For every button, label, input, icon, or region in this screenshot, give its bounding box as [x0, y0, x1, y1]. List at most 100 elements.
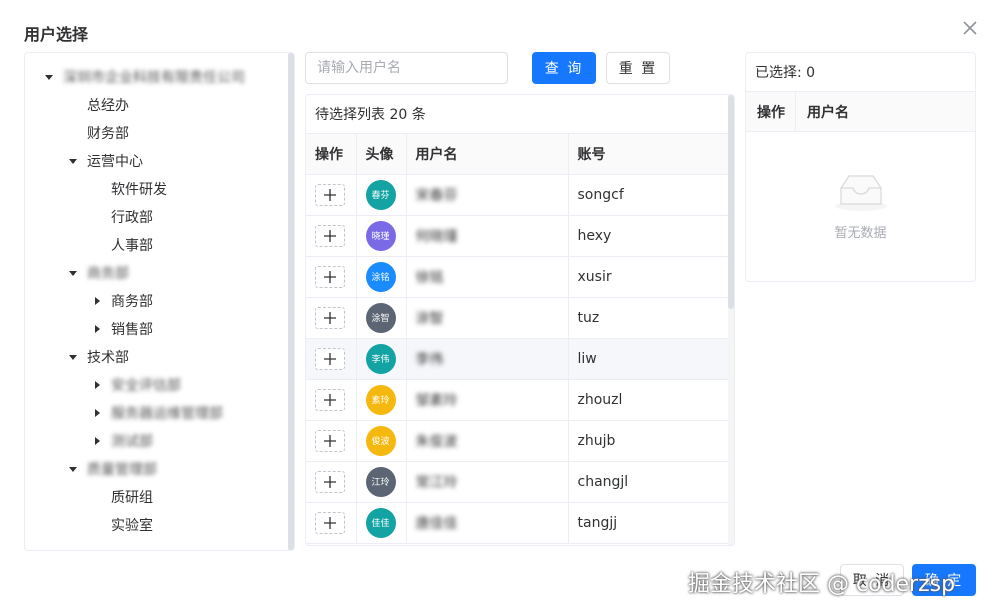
table-row[interactable]: 涂铭 徐铭 xusir: [306, 256, 730, 298]
tree-node-label: 财务部: [87, 126, 129, 142]
account-cell: zhujb: [568, 420, 730, 462]
add-user-button[interactable]: [315, 265, 345, 288]
tree-node[interactable]: 商务部: [25, 287, 287, 315]
tree-node[interactable]: 测试部: [25, 427, 287, 455]
table-row[interactable]: 俊波 朱俊波 zhujb: [306, 420, 730, 462]
avatar-cell: 江玲: [356, 461, 407, 503]
add-user-button[interactable]: [315, 470, 345, 493]
account-cell: changjl: [568, 461, 730, 503]
username-cell: 何晓瑾: [406, 215, 569, 257]
list-scrollbar-thumb[interactable]: [728, 95, 734, 309]
account-cell: hexy: [568, 215, 730, 257]
avatar-cell: 俊波: [356, 420, 407, 462]
plus-icon: [324, 229, 336, 242]
username-cell: 李伟: [406, 338, 569, 380]
candidate-table: 操作 头像 用户名 账号 春芬 宋春芬 songcf 晓瑾 何晓瑾 hexy 涂铭 徐铭 xus…: [306, 134, 730, 544]
add-user-button[interactable]: [315, 388, 345, 411]
username-search-input[interactable]: [305, 52, 508, 84]
tree-node-label: 运营中心: [87, 154, 143, 170]
action-cell: [306, 461, 357, 503]
account-cell: tangjj: [568, 502, 730, 544]
action-cell: [306, 174, 357, 216]
candidate-list-panel: 待选择列表 20 条 操作 头像 用户名 账号 春芬 宋春芬 songcf 晓瑾 何晓瑾…: [305, 94, 735, 546]
tree-node-label: 人事部: [111, 238, 153, 254]
plus-icon: [324, 516, 336, 529]
tree-node-label: 实验室: [111, 518, 153, 534]
username-cell: 常江玲: [406, 461, 569, 503]
username-text: 朱俊波: [415, 433, 458, 450]
caret-right-icon[interactable]: [91, 379, 103, 391]
tree-node[interactable]: 人事部: [25, 231, 287, 259]
avatar: 晓瑾: [365, 220, 396, 251]
caret-down-icon[interactable]: [67, 463, 79, 475]
avatar-cell: 佳佳: [356, 502, 407, 544]
username-cell: 唐佳佳: [406, 502, 569, 544]
caret-down-icon[interactable]: [67, 351, 79, 363]
action-cell: [306, 256, 357, 298]
tree-node[interactable]: 深圳市企业科技有限责任公司: [25, 63, 287, 91]
selected-count: 已选择: 0: [746, 53, 975, 92]
table-row[interactable]: 佳佳 唐佳佳 tangjj: [306, 502, 730, 544]
tree-node[interactable]: 销售部: [25, 315, 287, 343]
caret-right-icon[interactable]: [91, 295, 103, 307]
table-row[interactable]: 春芬 宋春芬 songcf: [306, 174, 730, 216]
add-user-button[interactable]: [315, 347, 345, 370]
account-cell: songcf: [568, 174, 730, 216]
account-cell: zhouzl: [568, 379, 730, 421]
username-text: 宋春芬: [415, 187, 458, 204]
tree-node[interactable]: 总经办: [25, 91, 287, 119]
caret-down-icon[interactable]: [43, 71, 55, 83]
tree-node-label: 测试部: [111, 434, 153, 450]
caret-down-icon[interactable]: [67, 267, 79, 279]
tree-node[interactable]: 财务部: [25, 119, 287, 147]
tree-node[interactable]: 质量管理部: [25, 455, 287, 483]
account-cell: liw: [568, 338, 730, 380]
caret-right-icon[interactable]: [91, 407, 103, 419]
caret-right-icon[interactable]: [91, 435, 103, 447]
tree-node[interactable]: 质研组: [25, 483, 287, 511]
candidate-list-header: 待选择列表 20 条: [306, 95, 734, 134]
tree-node[interactable]: 技术部: [25, 343, 287, 371]
close-icon[interactable]: [958, 16, 982, 40]
table-row[interactable]: 江玲 常江玲 changjl: [306, 461, 730, 503]
plus-icon: [324, 311, 336, 324]
username-text: 徐铭: [415, 269, 444, 286]
tree-node-label: 服务器运维管理部: [111, 406, 223, 422]
reset-button[interactable]: 重 置: [606, 52, 670, 84]
query-button[interactable]: 查 询: [532, 52, 596, 84]
tree-node[interactable]: 软件研发: [25, 175, 287, 203]
table-row[interactable]: 李伟 李伟 liw: [306, 338, 730, 380]
plus-icon: [324, 434, 336, 447]
action-cell: [306, 502, 357, 544]
dialog-title: 用户选择: [24, 25, 89, 44]
confirm-button[interactable]: 确 定: [912, 564, 976, 596]
tree-node[interactable]: 行政部: [25, 203, 287, 231]
tree-scrollbar-thumb[interactable]: [288, 53, 294, 550]
username-cell: 涂智: [406, 297, 569, 339]
tree-node[interactable]: 运营中心: [25, 147, 287, 175]
caret-down-icon[interactable]: [67, 155, 79, 167]
table-row[interactable]: 晓瑾 何晓瑾 hexy: [306, 215, 730, 257]
avatar: 李伟: [365, 343, 396, 374]
tree-node[interactable]: 安全评估部: [25, 371, 287, 399]
cancel-button[interactable]: 取 消: [840, 564, 904, 596]
table-row[interactable]: 涂智 涂智 tuz: [306, 297, 730, 339]
tree-node[interactable]: 服务器运维管理部: [25, 399, 287, 427]
plus-icon: [324, 352, 336, 365]
tree-node-label: 总经办: [87, 98, 129, 114]
action-cell: [306, 420, 357, 462]
table-row[interactable]: 素玲 邹素玲 zhouzl: [306, 379, 730, 421]
tree-node-label: 软件研发: [111, 182, 167, 198]
tree-node[interactable]: 实验室: [25, 511, 287, 539]
add-user-button[interactable]: [315, 511, 345, 534]
tree-node[interactable]: 商务部: [25, 259, 287, 287]
add-user-button[interactable]: [315, 306, 345, 329]
add-user-button[interactable]: [315, 429, 345, 452]
add-user-button[interactable]: [315, 183, 345, 206]
selected-column-action: 操作: [746, 92, 796, 131]
username-text: 何晓瑾: [415, 228, 458, 245]
caret-right-icon[interactable]: [91, 323, 103, 335]
tree-node-label: 销售部: [111, 322, 153, 338]
add-user-button[interactable]: [315, 224, 345, 247]
username-cell: 宋春芬: [406, 174, 569, 216]
